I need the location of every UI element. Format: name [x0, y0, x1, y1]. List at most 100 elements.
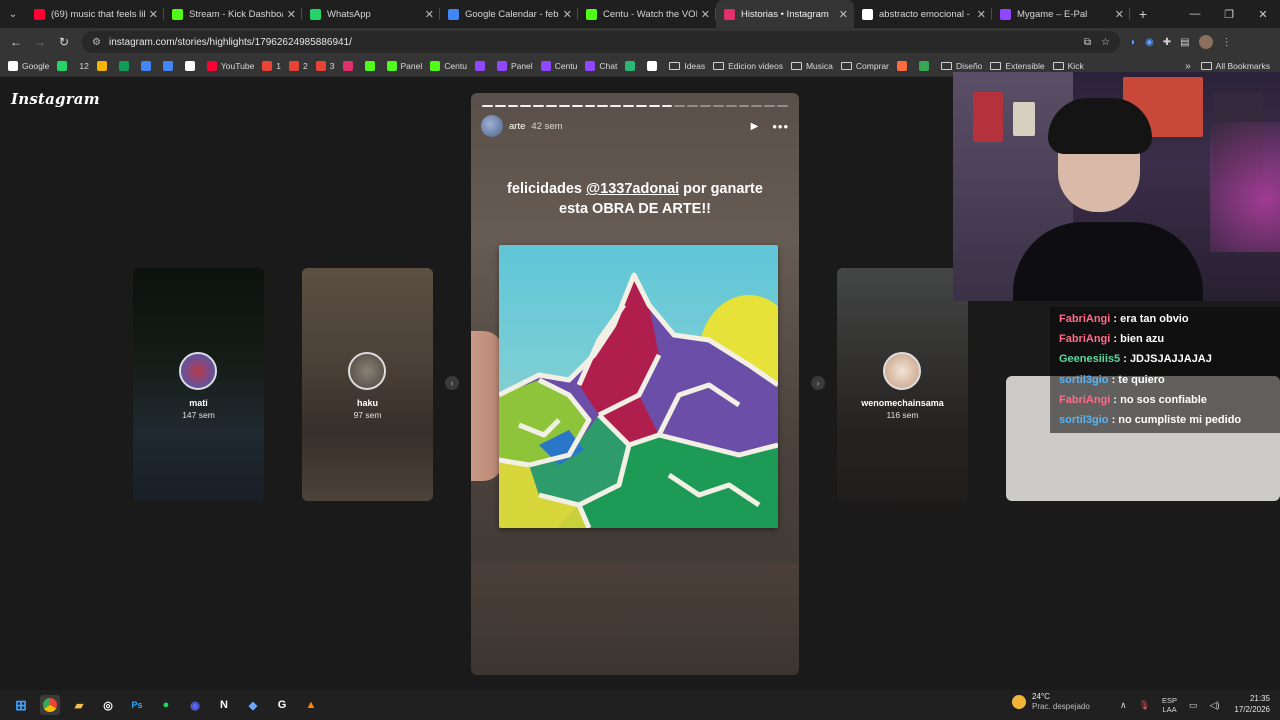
- address-bar[interactable]: ⚙ instagram.com/stories/highlights/17962…: [82, 31, 1120, 53]
- bookmark-item[interactable]: [474, 61, 489, 71]
- microphone-icon[interactable]: 🎙: [1139, 700, 1150, 711]
- bookmark-item[interactable]: Centu: [430, 61, 467, 71]
- bookmark-item[interactable]: Panel: [496, 61, 533, 71]
- menu-kebab-icon[interactable]: ⋮: [1222, 37, 1232, 48]
- chrome-icon[interactable]: [40, 695, 60, 715]
- bookmark-item[interactable]: Diseño: [940, 61, 982, 71]
- browser-tab[interactable]: Historias • Instagram ✕: [716, 0, 854, 28]
- bookmark-star-icon[interactable]: ☆: [1101, 37, 1110, 48]
- reload-button[interactable]: ↻: [52, 35, 76, 49]
- close-tab-icon[interactable]: ✕: [701, 8, 710, 21]
- bookmarks-overflow-button[interactable]: »: [1185, 61, 1191, 72]
- bookmark-item[interactable]: YouTube: [206, 61, 254, 71]
- bookmark-item[interactable]: Google: [8, 61, 49, 71]
- minimize-button[interactable]: —: [1178, 0, 1212, 28]
- windows-start-icon[interactable]: ⊞: [11, 695, 31, 715]
- bookmark-label: 3: [329, 61, 335, 71]
- network-icon[interactable]: ▭: [1189, 700, 1198, 711]
- bookmark-item[interactable]: Ideas: [669, 61, 705, 71]
- bookmark-item[interactable]: [625, 61, 639, 71]
- browser-tab[interactable]: Stream - Kick Dashboard ✕: [164, 0, 302, 28]
- side-story-card[interactable]: haku 97 sem: [302, 268, 433, 501]
- bookmark-item[interactable]: [140, 61, 155, 71]
- play-icon[interactable]: ▶: [751, 121, 759, 132]
- bookmark-item[interactable]: 1: [262, 61, 281, 71]
- bookmark-item[interactable]: [96, 61, 111, 71]
- browser-tab[interactable]: (69) music that feels like r ✕: [26, 0, 164, 28]
- bookmark-item[interactable]: 2: [289, 61, 308, 71]
- bookmark-item[interactable]: Kick: [1052, 61, 1084, 71]
- caption-mention[interactable]: @1337adonai: [586, 181, 679, 197]
- bookmark-item[interactable]: [647, 61, 661, 71]
- bookmark-item[interactable]: Extensible: [990, 61, 1045, 71]
- new-tab-button[interactable]: +: [1130, 0, 1156, 28]
- close-tab-icon[interactable]: ✕: [287, 8, 296, 21]
- tray-overflow-icon[interactable]: ∧: [1120, 700, 1127, 711]
- restore-button[interactable]: ❐: [1212, 0, 1246, 28]
- tab-search-button[interactable]: ⌄: [0, 0, 26, 28]
- discord-icon[interactable]: ◉: [185, 695, 205, 715]
- capcut-icon[interactable]: G: [272, 695, 292, 715]
- browser-tab[interactable]: WhatsApp ✕: [302, 0, 440, 28]
- extensions-puzzle-icon[interactable]: ✚: [1163, 37, 1171, 48]
- progress-segment: [610, 105, 622, 107]
- vlc-icon[interactable]: ▲: [301, 695, 321, 715]
- file-explorer-icon[interactable]: ▰: [69, 695, 89, 715]
- close-window-button[interactable]: ✕: [1246, 0, 1280, 28]
- obs-icon[interactable]: ◎: [98, 695, 118, 715]
- progress-segment: [623, 105, 634, 107]
- browser-tab[interactable]: Google Calendar - febrer ✕: [440, 0, 578, 28]
- story-author-avatar[interactable]: [481, 115, 503, 137]
- photoshop-icon[interactable]: Ps: [127, 695, 147, 715]
- sidebar-toggle-icon[interactable]: ▤: [1180, 37, 1189, 48]
- bookmark-item[interactable]: Edicion videos: [713, 61, 783, 71]
- spotify-icon[interactable]: ●: [156, 695, 176, 715]
- extension-icon[interactable]: ◗: [1130, 37, 1136, 48]
- taskbar-clock[interactable]: 21:35 17/2/2026: [1226, 693, 1270, 715]
- forward-button[interactable]: →: [28, 35, 52, 49]
- bookmark-item[interactable]: Panel: [386, 61, 422, 71]
- all-bookmarks-folder[interactable]: All Bookmarks: [1200, 61, 1270, 71]
- bookmark-item[interactable]: Musica: [790, 61, 833, 71]
- bookmark-item[interactable]: Chat: [585, 61, 617, 71]
- browser-tab[interactable]: abstracto emocional - Bu ✕: [854, 0, 992, 28]
- notion-icon[interactable]: N: [214, 695, 234, 715]
- bookmark-item[interactable]: [364, 61, 379, 71]
- next-story-button[interactable]: ›: [811, 376, 825, 390]
- weather-widget[interactable]: 24°C Prac. despejado: [1012, 692, 1090, 712]
- close-tab-icon[interactable]: ✕: [149, 8, 158, 21]
- close-tab-icon[interactable]: ✕: [563, 8, 572, 21]
- install-app-icon[interactable]: ⧉: [1084, 37, 1091, 48]
- side-story-card[interactable]: mati 147 sem: [133, 268, 264, 501]
- close-tab-icon[interactable]: ✕: [1115, 8, 1124, 21]
- bookmark-item[interactable]: Centu: [540, 61, 577, 71]
- bookmark-item[interactable]: 3: [315, 61, 335, 71]
- extension-icon[interactable]: ◉: [1145, 37, 1154, 48]
- bookmark-item[interactable]: [918, 61, 933, 71]
- bookmark-item[interactable]: Comprar: [840, 61, 889, 71]
- profile-avatar[interactable]: [1198, 35, 1213, 49]
- bookmark-item[interactable]: [162, 61, 177, 71]
- app-icon[interactable]: ◆: [243, 695, 263, 715]
- instagram-logo[interactable]: Instagram: [11, 90, 100, 108]
- more-options-icon[interactable]: •••: [772, 119, 789, 134]
- bookmark-item[interactable]: [57, 61, 71, 71]
- story-author-name[interactable]: arte: [509, 121, 525, 132]
- close-tab-icon[interactable]: ✕: [839, 8, 848, 21]
- volume-icon[interactable]: ◁): [1210, 700, 1220, 711]
- close-tab-icon[interactable]: ✕: [977, 8, 986, 21]
- bookmark-item[interactable]: 12: [79, 61, 88, 71]
- previous-story-button[interactable]: ‹: [445, 376, 459, 390]
- active-story[interactable]: arte 42 sem ▶ ••• felicidades @1337adona…: [471, 93, 799, 675]
- side-story-card[interactable]: wenomechainsama 116 sem: [837, 268, 968, 501]
- bookmark-item[interactable]: [896, 61, 911, 71]
- close-tab-icon[interactable]: ✕: [425, 8, 434, 21]
- site-info-icon[interactable]: ⚙: [92, 37, 101, 48]
- browser-tab[interactable]: Mygame – E-Pal ✕: [992, 0, 1130, 28]
- language-indicator[interactable]: ESP LAA: [1162, 696, 1177, 714]
- browser-tab[interactable]: Centu - Watch the VOD o ✕: [578, 0, 716, 28]
- back-button[interactable]: ←: [4, 35, 28, 49]
- bookmark-item[interactable]: [342, 61, 357, 71]
- bookmark-item[interactable]: [184, 61, 199, 71]
- bookmark-item[interactable]: [118, 61, 133, 71]
